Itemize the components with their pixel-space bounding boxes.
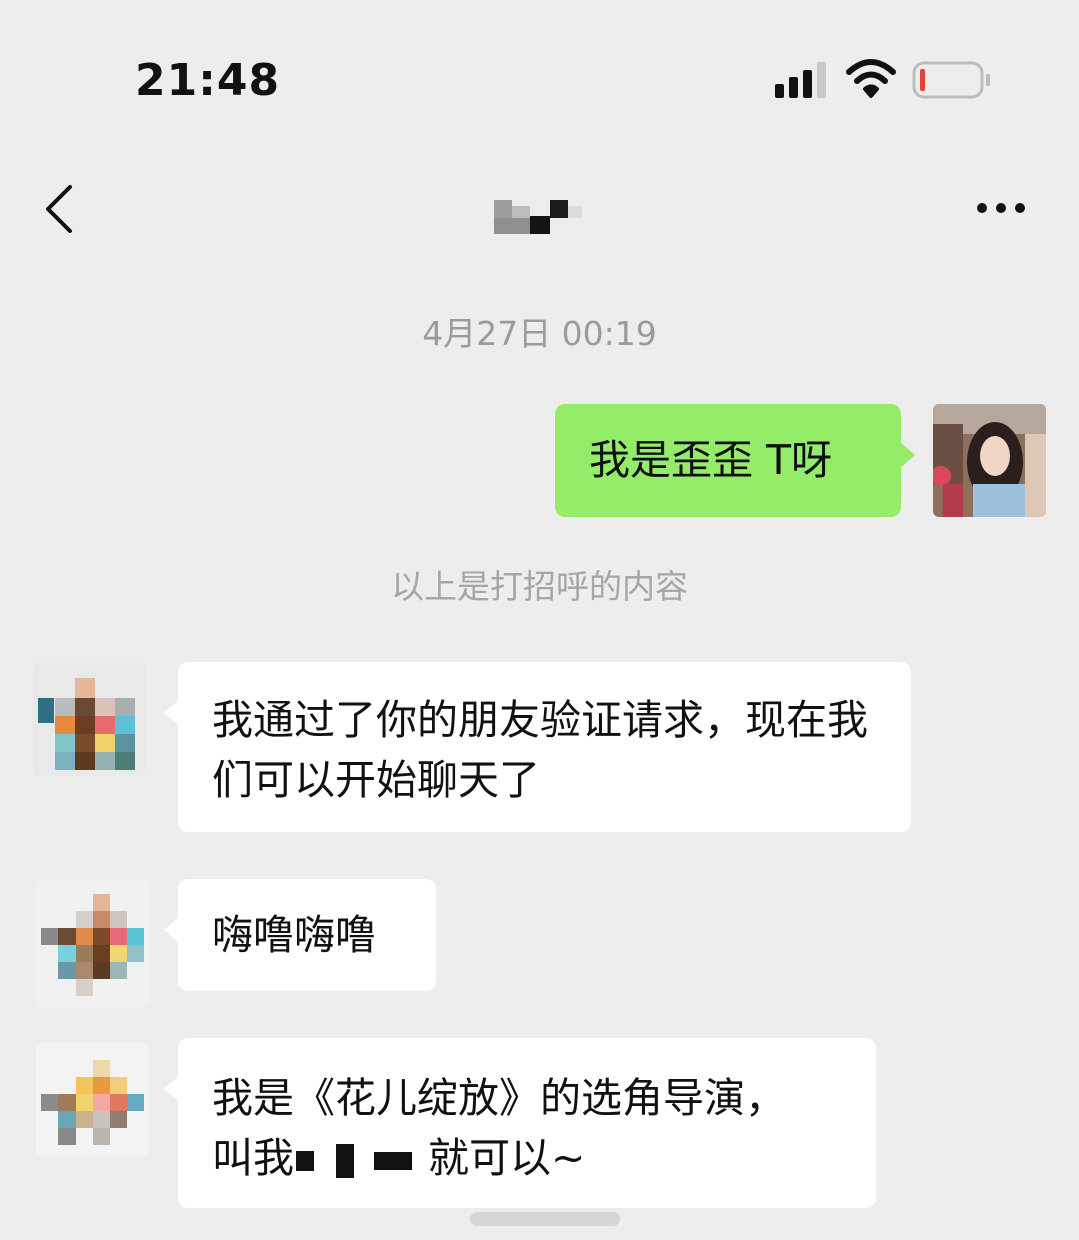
battery-low-icon — [912, 61, 990, 99]
received-message-line: 叫我 就可以~ — [212, 1128, 856, 1188]
received-message-text: 我通过了你的朋友验证请求，现在我们可以开始聊天了 — [212, 696, 868, 804]
received-message-text: 就可以~ — [428, 1134, 586, 1182]
bubble-tail — [164, 700, 179, 726]
chevron-left-icon[interactable] — [40, 183, 80, 235]
contact-avatar-pixelated — [33, 663, 146, 776]
redaction-block — [336, 1144, 354, 1178]
sent-message-text: 我是歪歪 T呀 — [589, 436, 833, 484]
contact-avatar[interactable] — [36, 879, 149, 1007]
contact-avatar-pixelated — [36, 1043, 149, 1156]
redaction-block — [296, 1151, 314, 1171]
received-message-text: 嗨噜嗨噜 — [212, 911, 376, 959]
my-avatar-photo — [933, 404, 1046, 517]
chat-title-redacted — [494, 200, 582, 234]
chat-timestamp: 4月27日 00:19 — [422, 314, 657, 353]
more-dots-icon[interactable] — [970, 193, 1032, 223]
received-message-bubble[interactable]: 我是《花儿绽放》的选角导演， 叫我 就可以~ — [164, 1038, 876, 1208]
received-message-line: 我是《花儿绽放》的选角导演， — [212, 1074, 786, 1122]
sent-message-bubble[interactable]: 我是歪歪 T呀 — [555, 404, 915, 517]
bubble-tail — [164, 1076, 179, 1102]
greeting-notice: 以上是打招呼的内容 — [391, 567, 688, 606]
status-bar: 21:48 — [0, 0, 1079, 150]
cellular-signal-icon — [775, 62, 826, 98]
status-time: 21:48 — [135, 55, 281, 106]
my-avatar[interactable] — [933, 404, 1046, 517]
received-message-bubble[interactable]: 我通过了你的朋友验证请求，现在我们可以开始聊天了 — [164, 662, 911, 832]
received-message-bubble[interactable]: 嗨噜嗨噜 — [164, 879, 436, 991]
redaction-block — [374, 1152, 412, 1170]
home-indicator — [470, 1212, 620, 1226]
wifi-icon — [846, 59, 896, 98]
contact-avatar-pixelated — [36, 879, 149, 1007]
received-message-text: 叫我 — [212, 1134, 294, 1182]
contact-avatar[interactable] — [36, 1043, 149, 1156]
contact-avatar[interactable] — [33, 663, 146, 776]
chat-header — [0, 165, 1079, 255]
bubble-tail — [900, 442, 915, 468]
bubble-tail — [164, 917, 179, 943]
